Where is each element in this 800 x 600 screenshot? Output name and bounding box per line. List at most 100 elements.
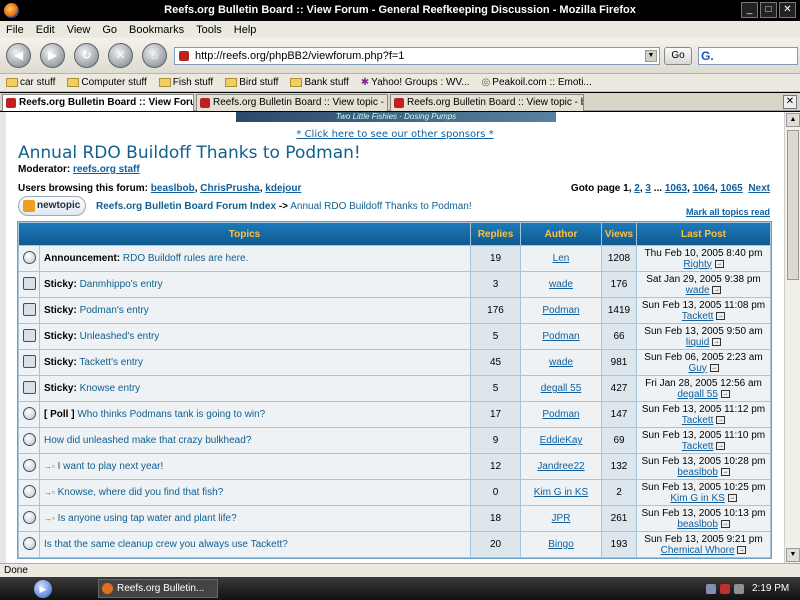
menu-help[interactable]: Help bbox=[234, 24, 257, 36]
last-post-user-link[interactable]: beaslbob bbox=[677, 519, 718, 530]
view-latest-post-icon[interactable]: → bbox=[716, 415, 726, 424]
author-link[interactable]: Kim G in KS bbox=[534, 487, 588, 498]
address-bar[interactable]: ▼ bbox=[174, 47, 660, 65]
last-post-user-link[interactable]: Tackett bbox=[682, 415, 714, 426]
view-latest-post-icon[interactable]: → bbox=[720, 519, 730, 528]
bookmark-bank-stuff[interactable]: Bank stuff bbox=[290, 77, 349, 88]
menu-file[interactable]: File bbox=[6, 24, 24, 36]
search-input[interactable]: G. bbox=[698, 47, 798, 65]
last-post-user-link[interactable]: liquid bbox=[686, 337, 709, 348]
last-post-user-link[interactable]: Righty bbox=[683, 259, 711, 270]
user-link[interactable]: ChrisPrusha bbox=[200, 183, 259, 194]
view-latest-post-icon[interactable]: → bbox=[737, 545, 747, 554]
taskbar-item-firefox[interactable]: Reefs.org Bulletin... bbox=[98, 579, 218, 598]
last-post-user-link[interactable]: Tackett bbox=[682, 441, 714, 452]
menu-view[interactable]: View bbox=[67, 24, 91, 36]
view-latest-post-icon[interactable]: → bbox=[716, 441, 726, 450]
user-link[interactable]: beaslbob bbox=[151, 183, 195, 194]
topic-link[interactable]: Is that the same cleanup crew you always… bbox=[44, 539, 288, 550]
view-latest-post-icon[interactable]: → bbox=[720, 467, 730, 476]
vertical-scrollbar[interactable]: ▲ ▼ bbox=[784, 112, 800, 563]
last-post-user-link[interactable]: Guy bbox=[688, 363, 706, 374]
close-tab-icon[interactable]: ✕ bbox=[783, 95, 797, 109]
tab-view-forum[interactable]: Reefs.org Bulletin Board :: View Foru... bbox=[2, 94, 194, 111]
bookmark-fish-stuff[interactable]: Fish stuff bbox=[158, 77, 213, 88]
last-post-user-link[interactable]: Tackett bbox=[682, 311, 714, 322]
author-link[interactable]: Len bbox=[553, 253, 570, 264]
forum-index-link[interactable]: Reefs.org Bulletin Board Forum Index bbox=[96, 201, 276, 212]
bookmark-bird-stuff[interactable]: Bird stuff bbox=[225, 77, 278, 88]
security-icon[interactable] bbox=[720, 583, 730, 594]
network-icon[interactable] bbox=[706, 583, 716, 594]
author-link[interactable]: Bingo bbox=[548, 539, 574, 550]
home-button[interactable]: ⌂ bbox=[142, 43, 167, 68]
topic-link[interactable]: Knowse entry bbox=[80, 383, 141, 394]
tab-view-topic-2[interactable]: Reefs.org Bulletin Board :: View topic -… bbox=[390, 94, 584, 111]
last-post-user-link[interactable]: Chemical Whore bbox=[661, 545, 735, 556]
view-latest-post-icon[interactable]: → bbox=[714, 259, 724, 268]
last-post-user-link[interactable]: beaslbob bbox=[677, 467, 718, 478]
tab-view-topic-1[interactable]: Reefs.org Bulletin Board :: View topic -… bbox=[196, 94, 388, 111]
volume-icon[interactable] bbox=[734, 583, 744, 594]
url-input[interactable] bbox=[195, 49, 635, 63]
bookmark-car-stuff[interactable]: car stuff bbox=[6, 77, 55, 88]
bookmark-yahoo-groups[interactable]: ✱ Yahoo! Groups : WV... bbox=[361, 77, 470, 88]
menu-bookmarks[interactable]: Bookmarks bbox=[129, 24, 184, 36]
topic-link[interactable]: Who thinks Podmans tank is going to win? bbox=[77, 409, 265, 420]
last-post-user-link[interactable]: degall 55 bbox=[677, 389, 718, 400]
bookmark-computer-stuff[interactable]: Computer stuff bbox=[67, 77, 147, 88]
go-button[interactable]: Go bbox=[664, 47, 692, 65]
topic-link[interactable]: Tackett's entry bbox=[79, 357, 143, 368]
view-latest-post-icon[interactable]: → bbox=[720, 389, 730, 398]
topic-link[interactable]: Is anyone using tap water and plant life… bbox=[58, 513, 237, 524]
menu-go[interactable]: Go bbox=[102, 24, 117, 36]
back-button[interactable]: ◀ bbox=[6, 43, 31, 68]
author-link[interactable]: Podman bbox=[542, 305, 579, 316]
view-latest-post-icon[interactable]: → bbox=[716, 311, 726, 320]
view-latest-post-icon[interactable]: → bbox=[712, 285, 722, 294]
page-link[interactable]: 2 bbox=[634, 183, 640, 194]
start-button[interactable]: ▶ bbox=[34, 580, 52, 598]
scroll-down-icon[interactable]: ▼ bbox=[786, 548, 800, 562]
next-page-link[interactable]: Next bbox=[748, 183, 770, 194]
author-link[interactable]: Podman bbox=[542, 409, 579, 420]
view-latest-post-icon[interactable]: → bbox=[712, 337, 722, 346]
topic-link[interactable]: RDO Buildoff rules are here. bbox=[123, 253, 248, 264]
close-window-button[interactable]: ✕ bbox=[779, 2, 796, 18]
user-link[interactable]: kdejour bbox=[265, 183, 301, 194]
author-link[interactable]: wade bbox=[549, 279, 573, 290]
page-link[interactable]: 1064 bbox=[693, 183, 715, 194]
author-link[interactable]: JPR bbox=[552, 513, 571, 524]
new-topic-button[interactable]: newtopic bbox=[18, 196, 86, 216]
topic-link[interactable]: Danmhippo's entry bbox=[80, 279, 163, 290]
stop-button[interactable]: ✕ bbox=[108, 43, 133, 68]
reload-button[interactable]: ↻ bbox=[74, 43, 99, 68]
maximize-button[interactable]: □ bbox=[760, 2, 777, 18]
author-link[interactable]: EddieKay bbox=[540, 435, 583, 446]
author-link[interactable]: Jandree22 bbox=[537, 461, 584, 472]
page-link[interactable]: 1063 bbox=[665, 183, 687, 194]
mark-all-read-link[interactable]: Mark all topics read bbox=[686, 207, 770, 217]
scroll-up-icon[interactable]: ▲ bbox=[786, 113, 800, 127]
author-link[interactable]: degall 55 bbox=[541, 383, 582, 394]
last-post-user-link[interactable]: wade bbox=[686, 285, 710, 296]
author-link[interactable]: Podman bbox=[542, 331, 579, 342]
author-link[interactable]: wade bbox=[549, 357, 573, 368]
page-link[interactable]: 1065 bbox=[721, 183, 743, 194]
scroll-thumb[interactable] bbox=[787, 130, 799, 280]
sponsor-banner[interactable]: Two Little Fishies · Dosing Pumps bbox=[236, 112, 556, 122]
last-post-user-link[interactable]: Kim G in KS bbox=[670, 493, 724, 504]
forward-button[interactable]: ▶ bbox=[40, 43, 65, 68]
view-latest-post-icon[interactable]: → bbox=[727, 493, 737, 502]
topic-link[interactable]: Podman's entry bbox=[80, 305, 149, 316]
forum-title[interactable]: Annual RDO Buildoff Thanks to Podman! bbox=[18, 143, 361, 163]
menu-edit[interactable]: Edit bbox=[36, 24, 55, 36]
url-dropdown-icon[interactable]: ▼ bbox=[645, 50, 657, 62]
bookmark-peakoil[interactable]: ◎ Peakoil.com :: Emoti... bbox=[482, 77, 592, 88]
topic-link[interactable]: I want to play next year! bbox=[58, 461, 164, 472]
google-search-icon[interactable]: G. bbox=[701, 49, 714, 63]
view-latest-post-icon[interactable]: → bbox=[709, 363, 719, 372]
topic-link[interactable]: How did unleashed make that crazy bulkhe… bbox=[44, 435, 251, 446]
current-forum-link[interactable]: Annual RDO Buildoff Thanks to Podman! bbox=[290, 201, 471, 212]
minimize-button[interactable]: _ bbox=[741, 2, 758, 18]
